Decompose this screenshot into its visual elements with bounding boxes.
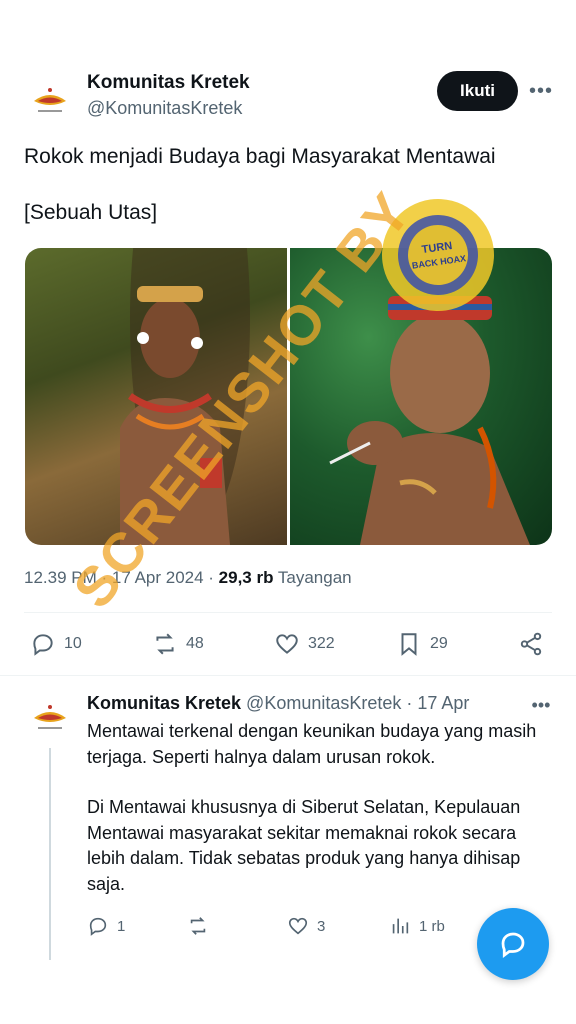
repost-button[interactable]: 48 bbox=[152, 626, 204, 662]
reply-more-options-icon[interactable]: ••• bbox=[528, 692, 554, 718]
reply-count: 10 bbox=[64, 635, 82, 652]
follow-button[interactable]: Ikuti bbox=[437, 71, 518, 111]
bookmark-count: 29 bbox=[430, 635, 448, 652]
heart-icon bbox=[276, 634, 298, 654]
like-count: 322 bbox=[308, 635, 335, 652]
author-handle[interactable]: @KomunitasKretek bbox=[87, 98, 242, 119]
heart-icon bbox=[288, 917, 308, 935]
views-label: Tayangan bbox=[273, 568, 352, 587]
divider bbox=[0, 675, 576, 676]
reply-views-count: 1 rb bbox=[419, 917, 445, 935]
reply-like-button[interactable]: 3 bbox=[287, 910, 325, 942]
compose-message-button[interactable] bbox=[477, 908, 549, 980]
reply-paragraph: Mentawai terkenal dengan keunikan budaya… bbox=[87, 721, 537, 767]
reply-like-count: 3 bbox=[317, 917, 326, 935]
reply-reply-count: 1 bbox=[117, 917, 126, 935]
reply-text: Mentawai terkenal dengan keunikan budaya… bbox=[87, 719, 552, 922]
author-name[interactable]: Komunitas Kretek bbox=[87, 72, 250, 94]
bookmark-button[interactable]: 29 bbox=[396, 626, 448, 662]
reply-icon bbox=[89, 917, 107, 936]
more-options-icon[interactable]: ••• bbox=[528, 78, 554, 104]
reply-button[interactable]: 10 bbox=[30, 626, 82, 662]
thread-line bbox=[49, 748, 51, 960]
author-avatar[interactable] bbox=[26, 76, 74, 124]
reply-handle-date[interactable]: @KomunitasKretek · 17 Apr bbox=[241, 693, 469, 713]
kretek-logo-icon bbox=[34, 705, 66, 729]
repost-icon bbox=[190, 917, 206, 935]
share-button[interactable] bbox=[518, 626, 544, 662]
repost-icon bbox=[156, 633, 174, 655]
reply-header: Komunitas Kretek @KomunitasKretek · 17 A… bbox=[87, 693, 469, 714]
bookmark-icon bbox=[401, 633, 417, 656]
reply-repost-button[interactable] bbox=[187, 910, 209, 942]
reply-reply-button[interactable]: 1 bbox=[87, 910, 125, 942]
reply-author-name[interactable]: Komunitas Kretek bbox=[87, 693, 241, 713]
chat-bubble-icon bbox=[501, 932, 525, 958]
reply-author-avatar[interactable] bbox=[26, 693, 74, 741]
tweet-actions: 10 48 322 29 bbox=[24, 626, 552, 662]
tweet-text-line: Rokok menjadi Budaya bagi Masyarakat Men… bbox=[24, 145, 496, 168]
views-chart-icon bbox=[392, 918, 409, 934]
reply-views-button[interactable]: 1 rb bbox=[389, 910, 445, 942]
repost-count: 48 bbox=[186, 635, 204, 652]
reply-icon bbox=[33, 634, 53, 656]
reply-paragraph: Di Mentawai khususnya di Siberut Selatan… bbox=[87, 797, 521, 894]
views-count: 29,3 rb bbox=[218, 568, 274, 587]
like-button[interactable]: 322 bbox=[274, 626, 335, 662]
kretek-logo-icon bbox=[34, 88, 66, 112]
share-icon bbox=[520, 632, 542, 656]
